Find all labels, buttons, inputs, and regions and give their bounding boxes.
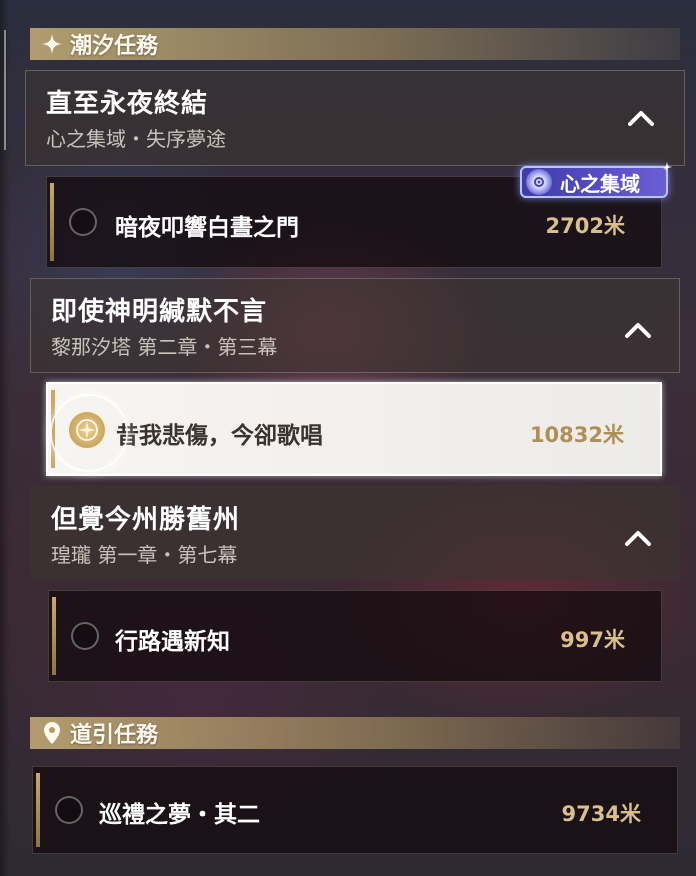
objective-distance: 9734米 xyxy=(561,802,641,826)
quest-card-2[interactable]: 即使神明緘默不言 黎那汐塔 第二章・第三幕 xyxy=(30,278,680,373)
objective-accent-bar xyxy=(36,773,40,847)
region-orb-icon xyxy=(526,169,552,195)
objective-row-2-tracked[interactable]: 昔我悲傷，今卻歌唱 10832米 xyxy=(46,382,662,476)
quest-subtitle: 瑝瓏 第一章・第七幕 xyxy=(51,543,238,567)
location-pin-icon xyxy=(40,721,64,745)
quest-card-1[interactable]: 直至永夜終結 心之集域・失序夢途 xyxy=(25,70,685,166)
section-header-tide-quests: 潮汐任務 xyxy=(30,28,680,60)
objective-label: 巡禮之夢・其二 xyxy=(99,802,260,828)
objective-distance: 997米 xyxy=(560,628,625,652)
section-header-guide-quests: 道引任務 xyxy=(30,717,680,749)
section-title: 道引任務 xyxy=(70,723,159,748)
objective-label: 昔我悲傷，今卻歌唱 xyxy=(116,423,323,449)
quest-card-3[interactable]: 但覺今州勝舊州 瑝瓏 第一章・第七幕 xyxy=(30,486,680,580)
section-title: 潮汐任務 xyxy=(70,34,159,59)
spark-icon xyxy=(662,162,672,172)
objective-accent-bar xyxy=(50,183,54,261)
objective-accent-bar xyxy=(52,597,56,675)
sparkle-icon xyxy=(40,32,64,56)
track-radio-icon[interactable] xyxy=(69,208,97,236)
chevron-up-icon[interactable] xyxy=(628,109,654,127)
tracking-compass-icon[interactable] xyxy=(67,410,107,450)
track-radio-icon[interactable] xyxy=(55,796,83,824)
objective-distance: 2702米 xyxy=(545,214,625,238)
quest-title: 直至永夜終結 xyxy=(46,89,209,119)
left-rail xyxy=(0,0,10,876)
objective-row-guide[interactable]: 巡禮之夢・其二 9734米 xyxy=(32,766,678,854)
rail-indicator xyxy=(4,30,6,150)
objective-distance: 10832米 xyxy=(529,423,624,447)
quest-subtitle: 黎那汐塔 第二章・第三幕 xyxy=(51,335,278,359)
objective-label: 行路遇新知 xyxy=(115,629,230,655)
quest-title: 但覺今州勝舊州 xyxy=(51,505,241,535)
track-radio-icon[interactable] xyxy=(71,622,99,650)
region-tag-label: 心之集域 xyxy=(560,171,640,196)
chevron-up-icon[interactable] xyxy=(625,321,651,339)
region-tag: 心之集域 xyxy=(520,162,672,198)
chevron-up-icon[interactable] xyxy=(625,529,651,547)
objective-label: 暗夜叩響白晝之門 xyxy=(115,215,299,241)
quest-subtitle: 心之集域・失序夢途 xyxy=(46,127,226,151)
objective-row-3[interactable]: 行路遇新知 997米 xyxy=(48,590,662,682)
quest-title: 即使神明緘默不言 xyxy=(51,297,268,327)
